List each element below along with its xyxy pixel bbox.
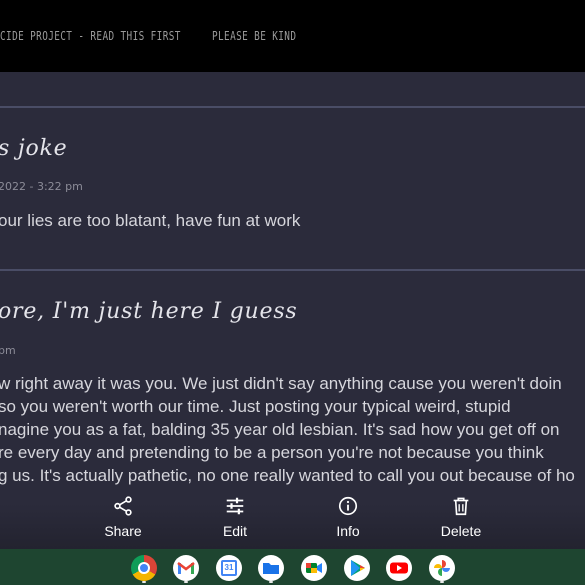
post-feed: s joke 2022 - 3:22 pm our lies are too b… bbox=[0, 72, 585, 549]
trash-icon bbox=[453, 497, 469, 516]
files-icon[interactable] bbox=[258, 555, 284, 581]
calendar-day: 31 bbox=[224, 563, 234, 572]
running-indicator bbox=[440, 581, 444, 583]
info-icon bbox=[338, 496, 358, 516]
running-indicator bbox=[269, 581, 273, 583]
post-body-line: nagine you as a fat, balding 35 year old… bbox=[0, 420, 560, 439]
running-indicator bbox=[142, 581, 146, 583]
info-button[interactable]: Info bbox=[308, 495, 388, 539]
share-icon bbox=[114, 496, 132, 516]
share-button[interactable]: Share bbox=[83, 495, 163, 539]
post-timestamp: pm bbox=[0, 344, 16, 357]
edit-sliders-icon bbox=[226, 497, 244, 515]
youtube-icon[interactable] bbox=[386, 555, 412, 581]
chrome-icon[interactable] bbox=[131, 555, 157, 581]
nav-link-project[interactable]: ICIDE PROJECT - READ THIS FIRST bbox=[0, 29, 181, 43]
chromeos-shelf bbox=[0, 549, 585, 585]
info-label: Info bbox=[336, 523, 360, 539]
post-timestamp: 2022 - 3:22 pm bbox=[0, 180, 83, 193]
post-body-line: re every day and pretending to be a pers… bbox=[0, 443, 544, 462]
divider bbox=[0, 269, 585, 271]
website-top-nav: ICIDE PROJECT - READ THIS FIRST PLEASE B… bbox=[0, 0, 585, 72]
post-body-line: so you weren't worth our time. Just post… bbox=[0, 397, 511, 416]
photos-icon[interactable] bbox=[429, 555, 455, 581]
delete-label: Delete bbox=[440, 523, 482, 539]
divider bbox=[0, 106, 585, 108]
image-viewer-action-bar: Share Edit Info Delete bbox=[0, 495, 585, 549]
edit-button[interactable]: Edit bbox=[195, 495, 275, 539]
running-indicator bbox=[184, 581, 188, 583]
nav-link-please-be-kind[interactable]: PLEASE BE KIND bbox=[212, 29, 296, 43]
meet-icon[interactable] bbox=[301, 555, 327, 581]
post-title[interactable]: s joke bbox=[0, 136, 68, 161]
post-body-line: g us. It's actually pathetic, no one rea… bbox=[0, 466, 575, 485]
play-store-icon[interactable] bbox=[344, 555, 370, 581]
post-body: our lies are too blatant, have fun at wo… bbox=[0, 209, 300, 232]
gmail-icon[interactable] bbox=[173, 555, 199, 581]
post-title[interactable]: ore, I'm just here I guess bbox=[0, 299, 298, 324]
post-body-line: our lies are too blatant, have fun at wo… bbox=[0, 211, 301, 230]
calendar-icon[interactable]: 31 bbox=[216, 555, 242, 581]
share-label: Share bbox=[104, 523, 142, 539]
delete-button[interactable]: Delete bbox=[421, 495, 501, 539]
post-body-line: w right away it was you. We just didn't … bbox=[0, 374, 562, 393]
edit-label: Edit bbox=[222, 523, 248, 539]
post-body: w right away it was you. We just didn't … bbox=[0, 372, 575, 487]
